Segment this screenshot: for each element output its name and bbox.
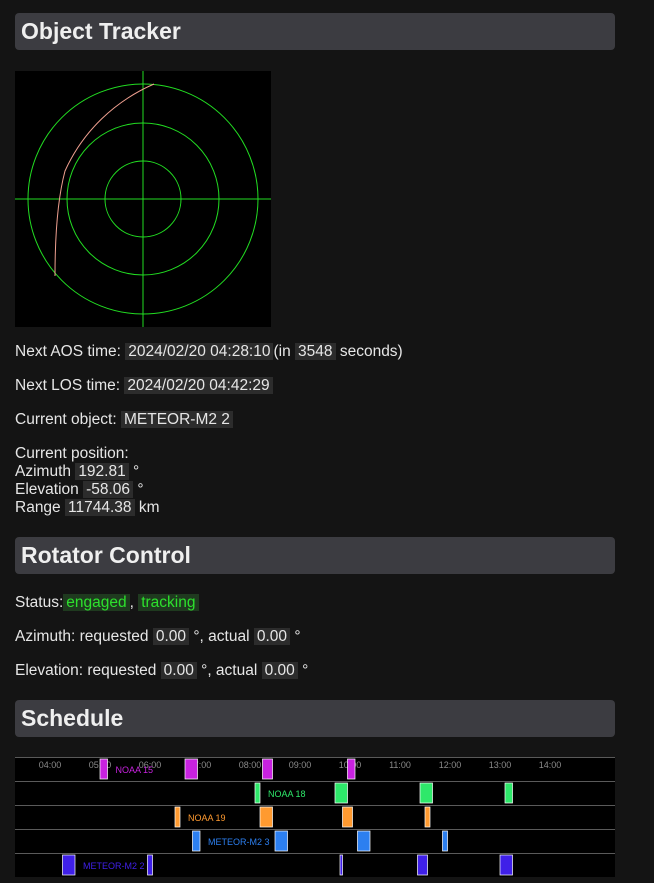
hour-tick-label: 04:00 [39, 760, 62, 770]
pass-bar [357, 830, 371, 852]
polar-sky-plot [15, 71, 271, 327]
pass-bar [147, 854, 153, 876]
elevation-value: -58.06 [83, 481, 134, 498]
pass-bar [499, 854, 513, 876]
pass-bar [424, 806, 431, 828]
hour-tick-label: 14:00 [539, 760, 562, 770]
azimuth-label: Azimuth [15, 463, 71, 480]
rotator-azimuth-row: Azimuth: requested 0.00 °, actual 0.00 ° [15, 628, 301, 646]
rotator-az-unit: ° [294, 628, 301, 645]
los-time: 2024/02/20 04:42:29 [124, 377, 273, 394]
position-label: Current position: [15, 445, 129, 462]
pass-bar [62, 854, 76, 876]
range-value: 11744.38 [65, 499, 135, 516]
elevation-row: Elevation -58.06 ° [15, 481, 144, 499]
rotator-el-mid: °, actual [201, 662, 258, 679]
satellite-label: NOAA 15 [116, 765, 154, 775]
rotator-el-requested: 0.00 [160, 662, 197, 679]
object-tracker-heading: Object Tracker [15, 13, 615, 50]
pass-bar [334, 782, 348, 804]
aos-seconds-suffix: seconds) [339, 343, 403, 360]
range-label: Range [15, 499, 61, 516]
rotator-el-unit: ° [302, 662, 309, 679]
azimuth-unit: ° [133, 463, 140, 480]
los-label: Next LOS time: [15, 377, 121, 394]
range-unit: km [138, 499, 160, 516]
rotator-el-actual: 0.00 [261, 662, 298, 679]
pass-bar [174, 806, 181, 828]
satellite-label: NOAA 19 [188, 813, 226, 823]
range-row: Range 11744.38 km [15, 499, 159, 517]
rotator-az-mid: °, actual [193, 628, 250, 645]
rotator-elevation-row: Elevation: requested 0.00 °, actual 0.00… [15, 662, 308, 680]
status-label: Status: [15, 594, 64, 611]
aos-label: Next AOS time: [15, 343, 121, 360]
satellite-label: METEOR-M2 2 [83, 861, 145, 871]
pass-bar [192, 830, 201, 852]
pass-bar [274, 830, 288, 852]
hour-tick-label: 09:00 [289, 760, 312, 770]
elevation-unit: ° [137, 481, 144, 498]
object-label: Current object: [15, 411, 117, 428]
object-name: METEOR-M2 2 [120, 411, 233, 428]
schedule-heading: Schedule [15, 700, 615, 737]
pass-bar [342, 806, 353, 828]
pass-bar [99, 758, 108, 780]
aos-time: 2024/02/20 04:28:10 [125, 343, 274, 360]
hour-tick-label: 08:00 [239, 760, 262, 770]
rotator-az-requested: 0.00 [152, 628, 190, 645]
satellite-label: NOAA 18 [268, 789, 306, 799]
hour-tick-label: 12:00 [439, 760, 462, 770]
pass-bar [184, 758, 198, 780]
pass-bar [254, 782, 261, 804]
next-los-row: Next LOS time: 2024/02/20 04:42:29 [15, 377, 273, 395]
pass-bar [419, 782, 433, 804]
pass-bar [504, 782, 513, 804]
status-engaged-badge: engaged [63, 594, 130, 611]
status-separator: , [129, 594, 134, 611]
rotator-az-label: Azimuth: requested [15, 628, 149, 645]
azimuth-value: 192.81 [75, 463, 129, 480]
aos-seconds: 3548 [295, 343, 336, 360]
status-tracking-badge: tracking [138, 594, 199, 611]
rotator-az-actual: 0.00 [253, 628, 291, 645]
current-object-row: Current object: METEOR-M2 2 [15, 411, 233, 429]
rotator-el-label: Elevation: requested [15, 662, 157, 679]
pass-bar [262, 758, 273, 780]
hour-tick-label: 13:00 [489, 760, 512, 770]
rotator-status-row: Status: engaged, tracking [15, 594, 199, 612]
rotator-control-heading: Rotator Control [15, 537, 615, 574]
aos-in-label: (in [273, 343, 291, 360]
pass-bar [417, 854, 428, 876]
azimuth-row: Azimuth 192.81 ° [15, 463, 139, 481]
pass-bar [442, 830, 448, 852]
pass-bar [339, 854, 343, 876]
pass-bar [347, 758, 356, 780]
next-aos-row: Next AOS time: 2024/02/20 04:28:10 (in 35… [15, 343, 403, 361]
hour-tick-label: 11:00 [389, 760, 411, 770]
elevation-label: Elevation [15, 481, 79, 498]
satellite-label: METEOR-M2 3 [208, 837, 270, 847]
pass-bar [259, 806, 273, 828]
schedule-timeline: 04:0005:0006:0007:0008:0009:0010:0011:00… [15, 757, 615, 877]
